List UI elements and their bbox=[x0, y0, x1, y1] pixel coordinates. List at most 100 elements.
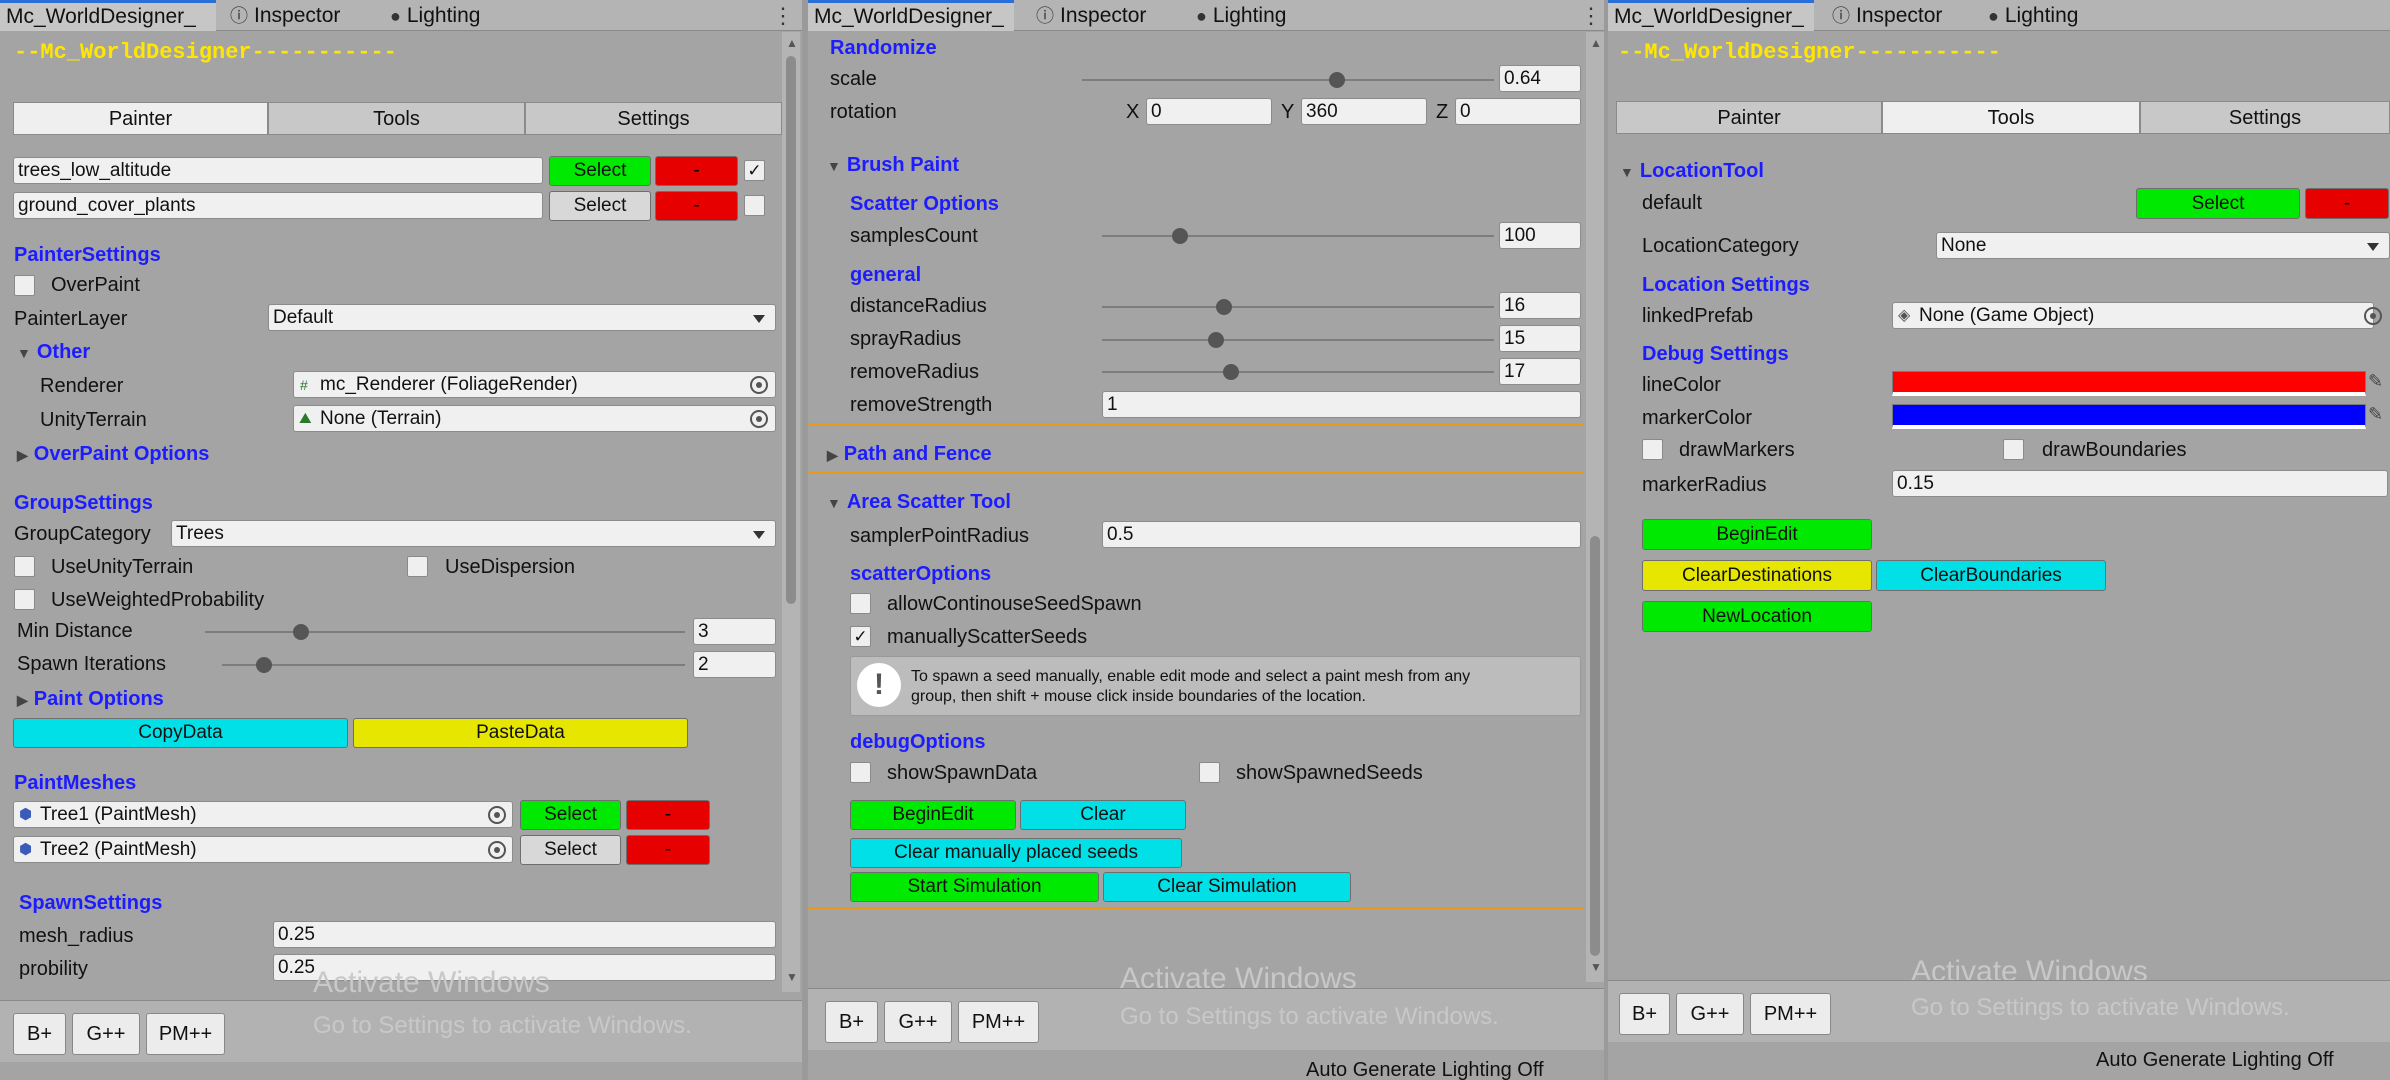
start-simulation-button[interactable]: Start Simulation bbox=[850, 872, 1099, 902]
samples-count-field[interactable]: 100 bbox=[1499, 222, 1581, 249]
samples-count-slider[interactable] bbox=[1102, 228, 1494, 244]
slider-knob[interactable] bbox=[255, 657, 272, 673]
group-category-dropdown[interactable]: Trees bbox=[171, 520, 776, 547]
g-plus-button[interactable]: G++ bbox=[884, 1001, 952, 1043]
middle-scrollbar[interactable]: ▲ ▼ bbox=[1586, 32, 1604, 982]
spawn-iterations-field[interactable]: 2 bbox=[693, 651, 776, 678]
layer-select-button[interactable]: Select bbox=[549, 191, 651, 221]
other-foldout[interactable]: ▼ Other bbox=[17, 341, 90, 364]
path-and-fence-foldout[interactable]: ▶ Path and Fence bbox=[827, 443, 992, 466]
location-remove-button[interactable]: - bbox=[2305, 188, 2389, 219]
b-plus-button[interactable]: B+ bbox=[1619, 993, 1670, 1035]
object-picker-icon[interactable] bbox=[750, 410, 768, 428]
spray-radius-slider[interactable] bbox=[1102, 332, 1494, 348]
draw-markers-checkbox[interactable] bbox=[1642, 439, 1663, 460]
paint-mesh-object-field[interactable]: ⬢ Tree2 (PaintMesh) bbox=[13, 836, 513, 863]
mesh-radius-field[interactable]: 0.25 bbox=[273, 921, 776, 948]
pm-plus-button[interactable]: PM++ bbox=[146, 1013, 225, 1055]
toolbar-tab-painter[interactable]: Painter bbox=[1616, 101, 1882, 134]
location-select-button[interactable]: Select bbox=[2136, 188, 2300, 219]
paint-mesh-remove-button[interactable]: - bbox=[626, 800, 710, 830]
object-picker-icon[interactable] bbox=[750, 376, 768, 394]
scroll-thumb[interactable] bbox=[786, 56, 796, 604]
tab-inspector[interactable]: ⓘ Inspector bbox=[1832, 0, 1942, 31]
eyedropper-icon[interactable]: ✎ bbox=[2368, 371, 2383, 392]
clear-simulation-button[interactable]: Clear Simulation bbox=[1103, 872, 1351, 902]
layer-select-button[interactable]: Select bbox=[549, 156, 651, 186]
show-spawn-data-checkbox[interactable] bbox=[850, 762, 871, 783]
spray-radius-field[interactable]: 15 bbox=[1499, 325, 1581, 352]
paint-options-foldout[interactable]: ▶ Paint Options bbox=[17, 688, 164, 711]
location-category-dropdown[interactable]: None bbox=[1936, 232, 2390, 259]
g-plus-button[interactable]: G++ bbox=[1676, 993, 1744, 1035]
scroll-up-icon[interactable]: ▲ bbox=[786, 36, 798, 50]
painter-layer-dropdown[interactable]: Default bbox=[268, 304, 776, 331]
manually-scatter-checkbox[interactable]: ✓ bbox=[850, 626, 871, 647]
clear-button[interactable]: Clear bbox=[1020, 800, 1186, 830]
show-spawned-seeds-checkbox[interactable] bbox=[1199, 762, 1220, 783]
rotation-z-field[interactable]: 0 bbox=[1455, 98, 1581, 125]
object-picker-icon[interactable] bbox=[2364, 307, 2382, 325]
b-plus-button[interactable]: B+ bbox=[13, 1013, 66, 1055]
left-scrollbar[interactable]: ▲ ▼ bbox=[782, 32, 800, 992]
rotation-y-field[interactable]: 360 bbox=[1301, 98, 1427, 125]
copy-data-button[interactable]: CopyData bbox=[13, 718, 348, 748]
scroll-down-icon[interactable]: ▼ bbox=[786, 970, 798, 984]
layer-name-field[interactable]: trees_low_altitude bbox=[13, 157, 543, 184]
rotation-x-field[interactable]: 0 bbox=[1146, 98, 1272, 125]
slider-knob[interactable] bbox=[293, 624, 309, 640]
spawn-iterations-slider[interactable] bbox=[222, 657, 685, 673]
tab-inspector[interactable]: ⓘ Inspector bbox=[1036, 0, 1146, 31]
layer-enabled-checkbox[interactable] bbox=[744, 195, 765, 216]
clear-boundaries-button[interactable]: ClearBoundaries bbox=[1876, 560, 2106, 591]
toolbar-tab-tools[interactable]: Tools bbox=[268, 102, 525, 135]
tab-inspector[interactable]: ⓘ Inspector bbox=[230, 0, 340, 31]
paint-mesh-select-button[interactable]: Select bbox=[520, 800, 621, 830]
clear-manual-seeds-button[interactable]: Clear manually placed seeds bbox=[850, 838, 1182, 868]
toolbar-tab-settings[interactable]: Settings bbox=[525, 102, 782, 135]
tab-worlddesigner[interactable]: Mc_WorldDesigner_ bbox=[808, 0, 1014, 31]
new-location-button[interactable]: NewLocation bbox=[1642, 601, 1872, 632]
tab-lighting[interactable]: ● Lighting bbox=[1196, 0, 1286, 31]
begin-edit-button[interactable]: BeginEdit bbox=[1642, 519, 1872, 550]
tab-worlddesigner[interactable]: Mc_WorldDesigner_ bbox=[1608, 0, 1814, 31]
g-plus-button[interactable]: G++ bbox=[72, 1013, 140, 1055]
paint-mesh-remove-button[interactable]: - bbox=[626, 835, 710, 865]
tab-worlddesigner[interactable]: Mc_WorldDesigner_ bbox=[0, 0, 216, 31]
overpaint-checkbox[interactable] bbox=[14, 275, 35, 296]
scroll-up-icon[interactable]: ▲ bbox=[1590, 36, 1602, 50]
kebab-menu-icon[interactable]: ⋮ bbox=[772, 0, 794, 31]
tab-lighting[interactable]: ● Lighting bbox=[1988, 0, 2078, 31]
paint-mesh-object-field[interactable]: ⬢ Tree1 (PaintMesh) bbox=[13, 801, 513, 828]
brush-paint-foldout[interactable]: ▼ Brush Paint bbox=[827, 154, 959, 177]
object-picker-icon[interactable] bbox=[488, 841, 506, 859]
b-plus-button[interactable]: B+ bbox=[825, 1001, 878, 1043]
draw-boundaries-checkbox[interactable] bbox=[2003, 439, 2024, 460]
renderer-object-field[interactable]: # mc_Renderer (FoliageRender) bbox=[293, 371, 776, 398]
slider-knob[interactable] bbox=[1172, 228, 1189, 244]
layer-remove-button[interactable]: - bbox=[655, 191, 738, 221]
scale-field[interactable]: 0.64 bbox=[1499, 65, 1581, 92]
use-weighted-checkbox[interactable] bbox=[14, 589, 35, 610]
slider-knob[interactable] bbox=[1207, 332, 1224, 348]
begin-edit-button[interactable]: BeginEdit bbox=[850, 800, 1016, 830]
clear-destinations-button[interactable]: ClearDestinations bbox=[1642, 560, 1872, 591]
layer-name-field[interactable]: ground_cover_plants bbox=[13, 192, 543, 219]
remove-strength-field[interactable]: 1 bbox=[1102, 391, 1581, 418]
remove-radius-field[interactable]: 17 bbox=[1499, 358, 1581, 385]
min-distance-field[interactable]: 3 bbox=[693, 618, 776, 645]
layer-remove-button[interactable]: - bbox=[655, 156, 738, 186]
slider-knob[interactable] bbox=[1329, 72, 1346, 88]
sampler-point-radius-field[interactable]: 0.5 bbox=[1102, 521, 1581, 548]
use-unity-terrain-checkbox[interactable] bbox=[14, 556, 35, 577]
line-color-field[interactable] bbox=[1892, 371, 2366, 396]
remove-radius-slider[interactable] bbox=[1102, 364, 1494, 380]
scroll-thumb[interactable] bbox=[1590, 536, 1600, 956]
scroll-down-icon[interactable]: ▼ bbox=[1590, 960, 1602, 974]
marker-color-field[interactable] bbox=[1892, 404, 2366, 429]
layer-enabled-checkbox[interactable]: ✓ bbox=[744, 160, 765, 181]
toolbar-tab-painter[interactable]: Painter bbox=[13, 102, 268, 135]
eyedropper-icon[interactable]: ✎ bbox=[2368, 404, 2383, 425]
distance-radius-slider[interactable] bbox=[1102, 299, 1494, 315]
use-dispersion-checkbox[interactable] bbox=[407, 556, 428, 577]
